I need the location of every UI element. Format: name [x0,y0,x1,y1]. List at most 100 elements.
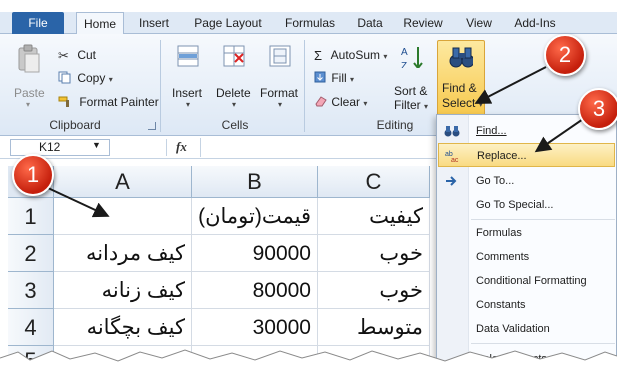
fill-down-icon [314,71,328,86]
insert-cells-button[interactable]: Insert ▾ [168,42,210,114]
binoculars-icon [444,126,460,137]
find-select-button[interactable]: Find & Select ▾ [437,40,485,116]
clipboard-dialog-launcher-icon[interactable] [148,122,156,130]
insert-cells-label: Insert [172,86,203,100]
clear-label: Clear [331,95,361,109]
autosum-button[interactable]: Σ AutoSum ▾ [314,48,387,63]
row-header-1[interactable]: 1 [8,198,54,235]
sort-filter-button[interactable]: A Z Sort & Filter ▾ [390,42,434,116]
menu-item-replace[interactable]: ab ac Replace... [438,143,615,167]
fill-label: Fill [331,71,347,85]
menu-item-go-to-special-label: Go To Special... [476,199,554,211]
autosum-label: AutoSum [330,48,381,62]
column-header-a[interactable]: A [54,166,192,198]
svg-text:A: A [401,47,408,58]
cut-label: Cut [77,48,97,63]
delete-dropdown-icon: ▾ [232,100,237,109]
cell-a4[interactable]: کیف بچگانه [54,309,192,346]
fill-button[interactable]: Fill ▾ [314,71,354,86]
cell-a1[interactable] [54,198,192,235]
format-painter-label: Format Painter [79,95,159,110]
menu-item-conditional-formatting-label: Conditional Formatting [476,275,587,287]
callout-badge-3: 3 [578,88,617,130]
copy-button[interactable]: Copy ▾ [58,71,113,87]
cell-b4[interactable]: 30000 [192,309,318,346]
group-divider [160,40,161,132]
find-select-label-line2: Select ▾ [442,96,483,110]
tab-page-layout[interactable]: Page Layout [188,12,268,34]
cell-c3[interactable]: خوب [318,272,430,309]
sort-filter-label-line2: Filter ▾ [394,98,429,112]
column-header-c[interactable]: C [318,166,430,198]
format-painter-button[interactable]: Format Painter [58,95,159,111]
clear-dropdown-icon: ▾ [363,99,368,108]
tab-file[interactable]: File [12,12,64,34]
torn-edge [0,349,617,369]
sort-filter-label-line1: Sort & [394,84,428,98]
replace-icon: ab ac [445,151,459,163]
menu-item-data-validation[interactable]: Data Validation [438,317,615,341]
column-header-b[interactable]: B [192,166,318,198]
tab-add-ins[interactable]: Add-Ins [510,12,560,34]
formula-input[interactable] [200,138,438,157]
tab-review[interactable]: Review [400,12,446,34]
row-header-2[interactable]: 2 [8,235,54,272]
paste-button[interactable]: Paste ▾ [14,42,45,114]
format-cells-button[interactable]: Format ▾ [260,42,302,114]
row-header-3[interactable]: 3 [8,272,54,309]
cell-b3[interactable]: 80000 [192,272,318,309]
eraser-icon [314,95,328,110]
menu-item-go-to[interactable]: Go To... [438,169,615,193]
callout-badge-1: 1 [12,154,54,196]
format-cells-icon [269,45,291,67]
menu-item-conditional-formatting[interactable]: Conditional Formatting [438,269,615,293]
svg-text:ac: ac [451,157,459,163]
find-select-label-line1: Find & [442,81,477,95]
menu-item-comments[interactable]: Comments [438,245,615,269]
insert-function-icon[interactable]: fx [176,139,187,155]
menu-item-go-to-special[interactable]: Go To Special... [438,193,615,217]
tab-data[interactable]: Data [352,12,388,34]
menu-item-formulas-label: Formulas [476,227,522,239]
delete-cells-label: Delete [216,86,251,100]
name-box-dropdown-icon[interactable]: ▼ [92,140,101,150]
tab-home[interactable]: Home [76,12,124,35]
editing-group-label: Editing [376,118,414,132]
format-dropdown-icon: ▾ [278,100,283,109]
paste-label: Paste [14,86,45,100]
formula-bar: K12 ▼ fx [0,136,440,159]
insert-cells-icon [177,45,199,67]
sigma-icon: Σ [314,48,323,64]
cell-c1[interactable]: کیفیت [318,198,430,235]
cell-a3[interactable]: کیف زنانه [54,272,192,309]
menu-item-constants[interactable]: Constants [438,293,615,317]
paste-dropdown-icon: ▾ [26,100,31,109]
copy-icon [58,71,74,87]
autosum-dropdown-icon: ▾ [383,52,388,61]
formula-bar-divider [166,139,167,156]
cell-a2[interactable]: کیف مردانه [54,235,192,272]
menu-item-formulas[interactable]: Formulas [438,221,615,245]
menu-item-find-label: Find... [476,125,507,137]
cell-b2[interactable]: 90000 [192,235,318,272]
cell-c4[interactable]: متوسط [318,309,430,346]
callout-badge-2: 2 [544,34,586,76]
tab-view[interactable]: View [462,12,496,34]
row-header-4[interactable]: 4 [8,309,54,346]
copy-label: Copy [77,71,106,86]
menu-separator [471,219,615,220]
cells-group-label: Cells [221,118,249,132]
menu-separator [471,343,615,344]
clear-button[interactable]: Clear ▾ [314,95,367,110]
format-cells-label: Format [260,86,299,100]
cell-b1[interactable]: قیمت(تومان) [192,198,318,235]
arrow-right-icon [446,176,457,186]
copy-dropdown-icon: ▾ [108,75,113,85]
fill-dropdown-icon: ▾ [350,75,355,84]
svg-text:Z: Z [401,61,407,68]
tab-insert[interactable]: Insert [134,12,174,34]
tab-formulas[interactable]: Formulas [280,12,340,34]
cell-c2[interactable]: خوب [318,235,430,272]
cut-button[interactable]: ✂ Cut [58,48,96,64]
delete-cells-button[interactable]: Delete ▾ [214,42,256,114]
